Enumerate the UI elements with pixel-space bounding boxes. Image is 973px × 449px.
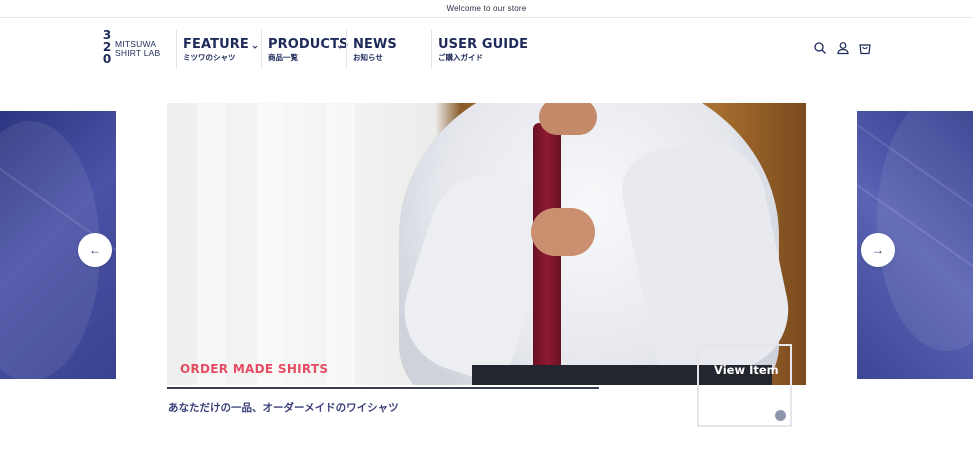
slide-caption: あなただけの一品、オーダーメイドのワイシャツ xyxy=(168,402,399,414)
next-slide-button[interactable]: → xyxy=(861,233,895,267)
hero-slide-image xyxy=(167,103,806,385)
cart-icon[interactable] xyxy=(858,41,872,55)
nav-item-user-guide[interactable]: USER GUIDE ご購入ガイド xyxy=(438,37,528,62)
nav-item-feature[interactable]: FEATURE ミツワのシャツ xyxy=(183,37,249,62)
curtain-fold xyxy=(197,103,225,385)
logo-wordmark: MITSUWA SHIRT LAB xyxy=(115,39,161,58)
nav-item-news[interactable]: NEWS お知らせ xyxy=(353,37,397,62)
search-icon[interactable] xyxy=(813,41,827,55)
nav-item-label: FEATURE xyxy=(183,37,249,52)
hand-upper xyxy=(539,103,597,135)
nav-item-sublabel: 商品一覧 xyxy=(268,53,298,62)
nav-divider xyxy=(261,30,262,68)
logo-number: 3 2 0 xyxy=(102,28,112,66)
arrow-left-icon: ← xyxy=(89,243,101,257)
curtain-fold xyxy=(327,103,355,385)
announcement-text: Welcome to our store xyxy=(446,4,527,13)
slide-progress-line xyxy=(167,387,599,389)
nav-item-label: NEWS xyxy=(353,37,397,52)
chevron-down-icon[interactable] xyxy=(252,44,258,50)
nav-divider xyxy=(346,30,347,68)
view-item-label: View Item xyxy=(714,363,779,377)
nav-divider xyxy=(431,30,432,68)
announcement-bar: Welcome to our store xyxy=(0,0,973,18)
nav-item-sublabel: ご購入ガイド xyxy=(438,53,483,62)
previous-slide-button[interactable]: ← xyxy=(78,233,112,267)
arrow-right-icon: → xyxy=(872,243,884,257)
nav-item-sublabel: お知らせ xyxy=(353,53,383,62)
curtain-fold xyxy=(257,103,285,385)
nav-item-label: USER GUIDE xyxy=(438,37,529,52)
chevron-down-icon[interactable] xyxy=(337,44,343,50)
site-logo[interactable]: 3 2 0 MITSUWA SHIRT LAB xyxy=(101,28,165,67)
account-icon[interactable] xyxy=(836,41,850,55)
slider-dot[interactable] xyxy=(775,410,786,421)
slide-title: ORDER MADE SHIRTS xyxy=(180,362,329,376)
nav-divider xyxy=(176,30,177,68)
nav-item-sublabel: ミツワのシャツ xyxy=(183,53,236,62)
hand-lower xyxy=(531,208,595,256)
